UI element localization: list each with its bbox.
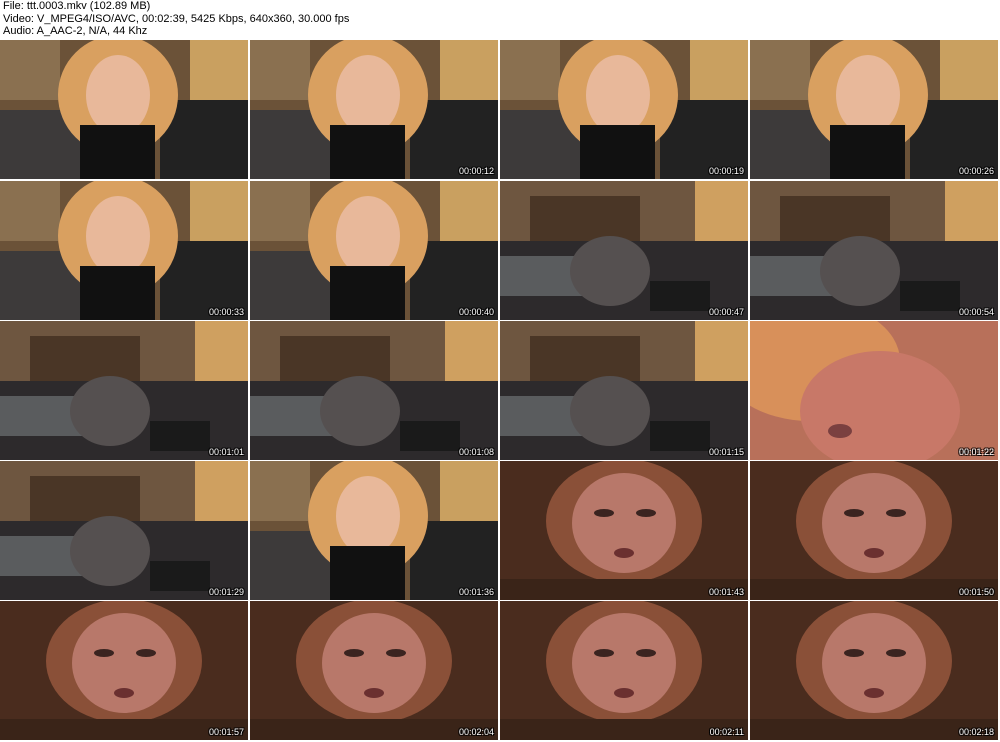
- video-thumbnail: [0, 40, 248, 179]
- thumbnail-timestamp: 00:00:47: [708, 307, 744, 317]
- thumbnail-frame-image: [750, 321, 998, 460]
- thumbnail-timestamp: 00:00:33: [208, 307, 244, 317]
- video-thumbnail: 00:02:11: [500, 601, 748, 740]
- video-thumbnail: 00:01:15: [500, 321, 748, 460]
- video-thumbnail: 00:01:43: [500, 461, 748, 600]
- video-thumbnail: 00:01:29: [0, 461, 248, 600]
- video-thumbnail: 00:01:01: [0, 321, 248, 460]
- video-thumbnail: 00:00:19: [500, 40, 748, 179]
- thumbnail-frame-image: [500, 461, 748, 600]
- thumbnail-frame-image: [0, 461, 248, 600]
- thumbnail-timestamp: 00:00:19: [708, 166, 744, 176]
- thumbnail-timestamp: 00:00:54: [958, 307, 994, 317]
- thumbnail-timestamp: 00:01:01: [208, 447, 244, 457]
- thumbnail-frame-image: [750, 461, 998, 600]
- video-thumbnail: 00:01:50: [750, 461, 998, 600]
- thumbnail-frame-image: [0, 601, 248, 740]
- file-info-header: File: ttt.0003.mkv (102.89 MB) Video: V_…: [3, 0, 993, 38]
- thumbnail-frame-image: [250, 181, 498, 320]
- thumbnail-frame-image: [250, 321, 498, 460]
- thumbnail-timestamp: 00:01:29: [208, 587, 244, 597]
- thumbnail-timestamp: 00:01:43: [708, 587, 744, 597]
- video-info-line: Video: V_MPEG4/ISO/AVC, 00:02:39, 5425 K…: [3, 12, 350, 25]
- thumbnail-frame-image: [750, 181, 998, 320]
- video-thumbnail: 00:01:57: [0, 601, 248, 740]
- video-thumbnail: 00:00:47: [500, 181, 748, 320]
- thumbnail-timestamp: 00:01:57: [208, 727, 244, 737]
- thumbnail-frame-image: [750, 40, 998, 179]
- thumbnail-timestamp: 00:02:04: [458, 727, 494, 737]
- thumbnail-frame-image: [250, 461, 498, 600]
- thumbnail-timestamp: 00:01:15: [708, 447, 744, 457]
- thumbnail-frame-image: [0, 40, 248, 179]
- video-thumbnail: 00:02:04: [250, 601, 498, 740]
- thumbnail-timestamp: 00:01:22: [958, 447, 994, 457]
- thumbnail-timestamp: 00:01:50: [958, 587, 994, 597]
- thumbnail-frame-image: [250, 40, 498, 179]
- video-thumbnail: 00:00:12: [250, 40, 498, 179]
- thumbnail-frame-image: [0, 321, 248, 460]
- thumbnail-frame-image: [500, 181, 748, 320]
- thumbnail-timestamp: 00:02:18: [958, 727, 994, 737]
- video-thumbnail: 00:02:18: [750, 601, 998, 740]
- thumbnail-frame-image: [500, 40, 748, 179]
- thumbnail-frame-image: [750, 601, 998, 740]
- thumbnail-frame-image: [500, 321, 748, 460]
- file-name-line: File: ttt.0003.mkv (102.89 MB): [3, 0, 151, 12]
- thumbnail-timestamp: 00:01:36: [458, 587, 494, 597]
- thumbnail-timestamp: 00:01:08: [458, 447, 494, 457]
- thumbnail-frame-image: [250, 601, 498, 740]
- thumbnail-timestamp: 00:02:11: [709, 727, 744, 737]
- video-thumbnail: 00:01:36: [250, 461, 498, 600]
- video-thumbnail: 00:00:40: [250, 181, 498, 320]
- thumbnail-frame-image: [0, 181, 248, 320]
- video-thumbnail: 00:00:26: [750, 40, 998, 179]
- thumbnail-timestamp: 00:00:40: [458, 307, 494, 317]
- video-thumbnail: 00:01:08: [250, 321, 498, 460]
- thumbnail-timestamp: 00:00:26: [958, 166, 994, 176]
- video-thumbnail: 00:00:33: [0, 181, 248, 320]
- audio-info-line: Audio: A_AAC-2, N/A, 44 Khz: [3, 25, 148, 37]
- video-thumbnail: 00:01:22: [750, 321, 998, 460]
- thumbnail-frame-image: [500, 601, 748, 740]
- video-thumbnail: 00:00:54: [750, 181, 998, 320]
- thumbnail-timestamp: 00:00:12: [458, 166, 494, 176]
- thumbnail-grid: 00:00:12 00:00:19 00:00:26 00:00:33 00:00:40…: [0, 40, 1000, 742]
